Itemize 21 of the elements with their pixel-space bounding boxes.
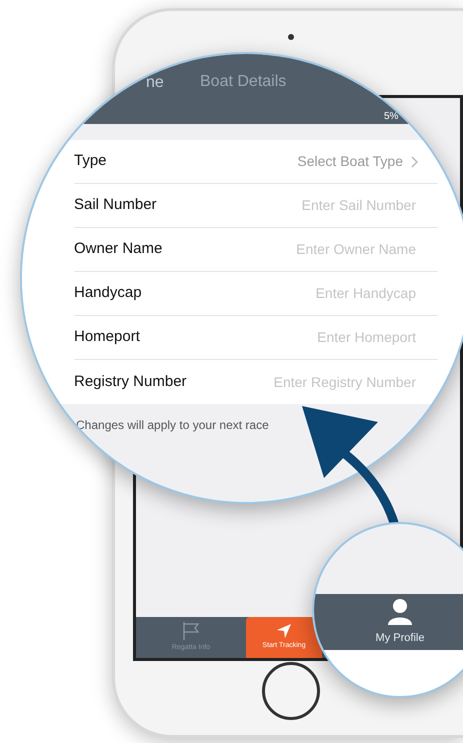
field-label: Type bbox=[74, 151, 107, 172]
boat-type-select[interactable]: Select Boat Type bbox=[297, 151, 418, 172]
field-label: Owner Name bbox=[74, 239, 162, 260]
person-icon bbox=[387, 598, 413, 626]
footer-note: Changes will apply to your next race bbox=[76, 417, 269, 434]
navigation-arrow-icon bbox=[276, 623, 292, 640]
field-label: Homeport bbox=[74, 327, 140, 348]
field-label: Sail Number bbox=[74, 195, 157, 216]
back-button[interactable]: ne bbox=[146, 71, 164, 95]
nav-title: Boat Details bbox=[200, 72, 286, 92]
field-label: Registry Number bbox=[74, 372, 187, 392]
tab[interactable]: My Profile bbox=[314, 594, 463, 650]
input-field[interactable]: Enter Sail Number bbox=[216, 195, 416, 216]
battery-percent: 5% bbox=[384, 110, 398, 124]
input-field[interactable]: Enter Homeport bbox=[216, 327, 416, 348]
input-field[interactable]: Enter Owner Name bbox=[216, 239, 416, 260]
input-field[interactable]: Enter Registry Number bbox=[216, 372, 416, 392]
flag-icon bbox=[182, 621, 200, 642]
chevron-icon bbox=[411, 156, 418, 168]
field-label: Handycap bbox=[74, 283, 142, 304]
input-field[interactable]: Enter Handycap bbox=[216, 283, 416, 304]
